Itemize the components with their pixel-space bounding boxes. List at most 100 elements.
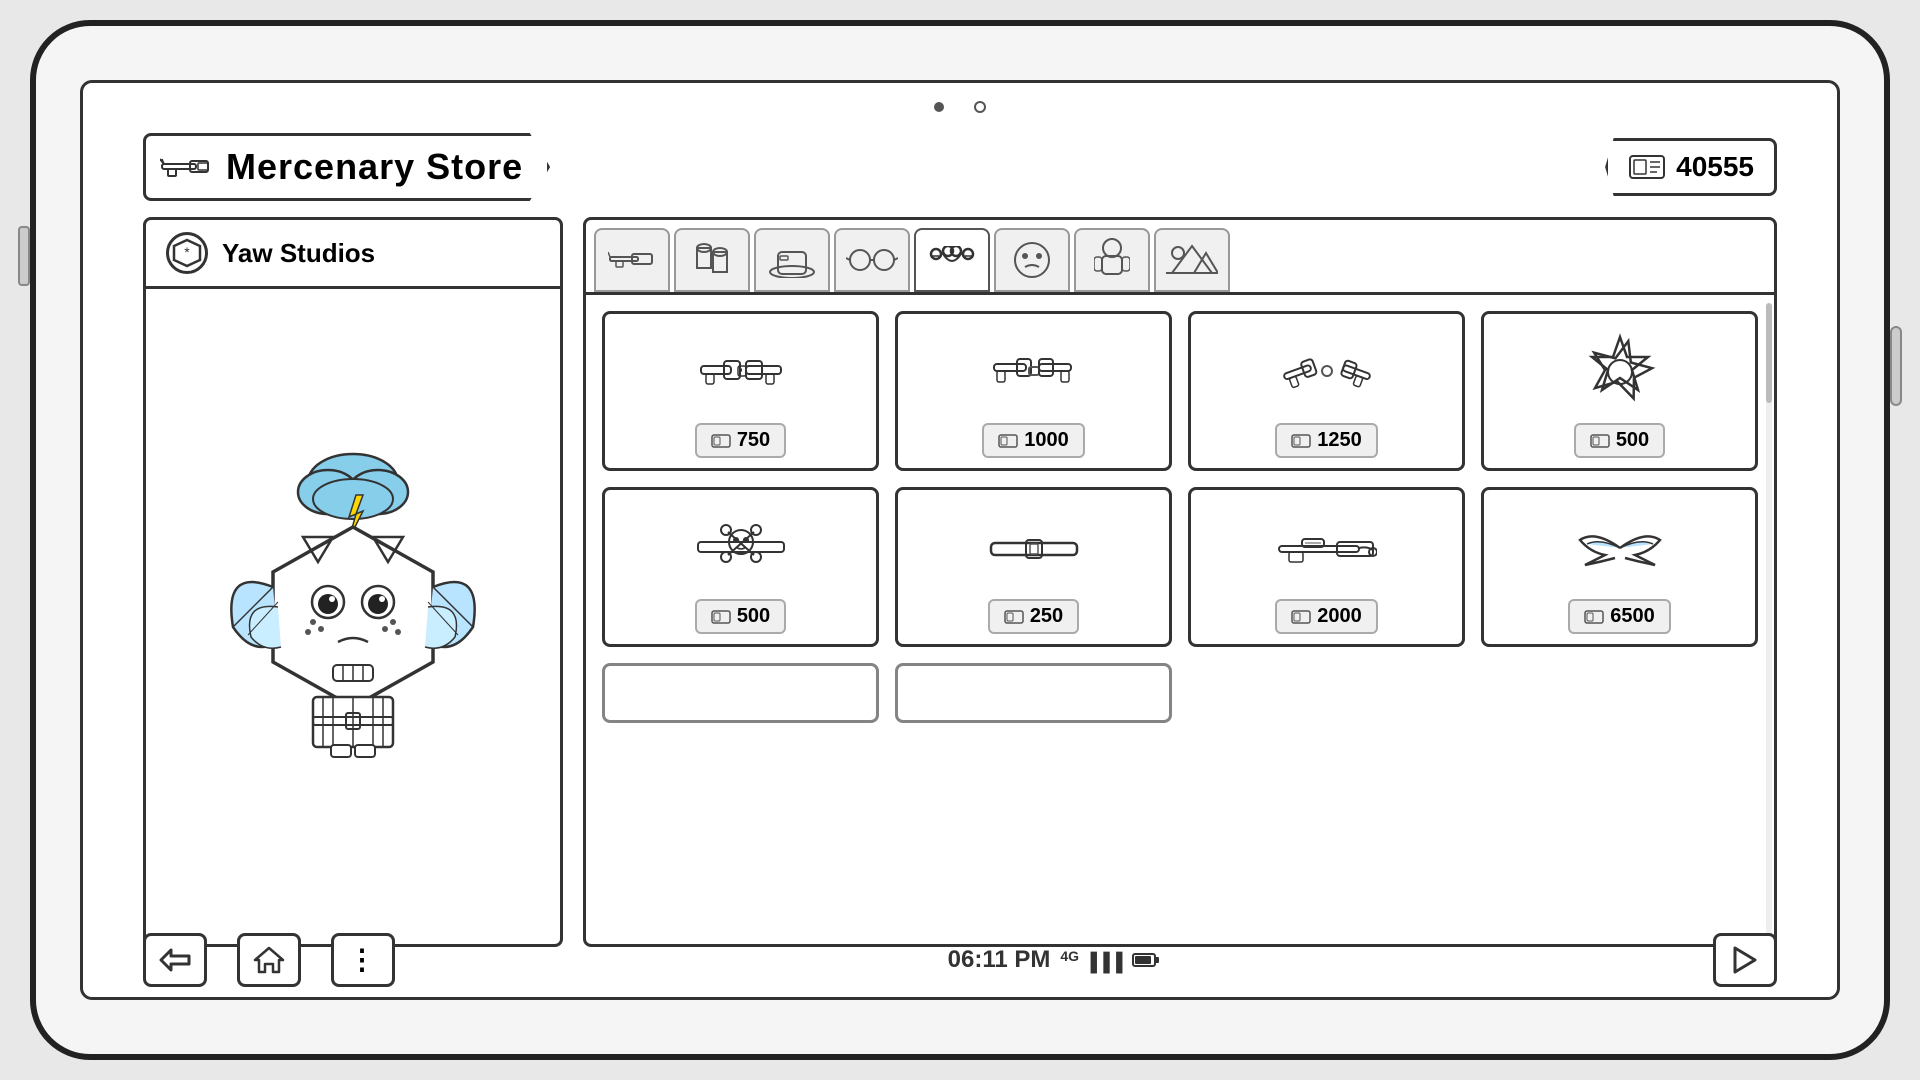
item-8-price-text: 6500	[1610, 605, 1655, 628]
studio-name-bar: * Yaw Studios	[143, 217, 563, 289]
item-5-svg	[696, 520, 786, 575]
home-icon	[253, 944, 285, 976]
item-3-icon	[1201, 330, 1452, 413]
item-8-price: 6500	[1568, 599, 1671, 634]
rifle-icon	[160, 151, 212, 183]
scrollbar-thumb[interactable]	[1766, 303, 1772, 403]
bottom-navigation: ⋮ 06:11 PM 4G ▐▐▐	[143, 933, 1777, 987]
play-icon	[1733, 946, 1757, 974]
price-icon-3	[1291, 433, 1311, 449]
item-6-svg	[989, 528, 1079, 568]
main-content: Mercenary Store 40555	[143, 133, 1777, 947]
tablet-screen: Mercenary Store 40555	[80, 80, 1840, 1000]
item-2-icon	[908, 330, 1159, 413]
main-layout: * Yaw Studios	[143, 217, 1777, 947]
item-7[interactable]: 2000	[1188, 487, 1465, 647]
tablet-device: Mercenary Store 40555	[30, 20, 1890, 1060]
item-3-price: 1250	[1275, 423, 1378, 458]
item-8-icon	[1494, 506, 1745, 589]
price-icon-7	[1291, 609, 1311, 625]
tab-face[interactable]	[994, 228, 1070, 292]
currency-box: 40555	[1605, 138, 1777, 196]
left-panel: * Yaw Studios	[143, 217, 563, 947]
item-7-icon	[1201, 506, 1452, 589]
item-4-price: 500	[1574, 423, 1665, 458]
item-9-partial[interactable]	[602, 663, 879, 723]
tab-doll[interactable]	[1074, 228, 1150, 292]
svg-text:*: *	[184, 244, 190, 260]
item-1-icon	[615, 330, 866, 413]
item-8[interactable]: 6500	[1481, 487, 1758, 647]
item-1-svg	[696, 344, 786, 399]
currency-icon	[1628, 152, 1666, 182]
item-10-partial[interactable]	[895, 663, 1172, 723]
item-4-svg	[1580, 332, 1660, 412]
item-6-price-text: 250	[1030, 605, 1063, 628]
items-grid: 750	[583, 295, 1777, 947]
tab-glasses[interactable]	[834, 228, 910, 292]
price-icon-5	[711, 609, 731, 625]
item-4-icon	[1494, 330, 1745, 413]
item-4-price-text: 500	[1616, 429, 1649, 452]
menu-button[interactable]: ⋮	[331, 933, 395, 987]
network-type: 4G	[1060, 948, 1079, 964]
tab-scene[interactable]	[1154, 228, 1230, 292]
header: Mercenary Store 40555	[143, 133, 1777, 201]
item-3-price-text: 1250	[1317, 429, 1362, 452]
character-box	[143, 289, 563, 947]
studio-name: Yaw Studios	[222, 238, 375, 269]
status-bar: 06:11 PM 4G ▐▐▐	[948, 946, 1161, 974]
item-2-svg	[989, 344, 1079, 399]
tab-necklace[interactable]	[914, 228, 990, 292]
play-button[interactable]	[1713, 933, 1777, 987]
item-7-price-text: 2000	[1317, 605, 1362, 628]
tab-weapons[interactable]	[594, 228, 670, 292]
right-side-button[interactable]	[1890, 326, 1902, 406]
back-icon	[159, 946, 191, 974]
nav-dots	[934, 101, 986, 113]
item-1-price: 750	[695, 423, 786, 458]
currency-amount: 40555	[1676, 151, 1754, 183]
network-signal: 4G ▐▐▐	[1060, 948, 1122, 973]
studio-icon: *	[166, 232, 208, 274]
item-7-svg	[1277, 528, 1377, 568]
store-title: Mercenary Store	[226, 146, 523, 188]
item-5[interactable]: 500	[602, 487, 879, 647]
price-icon-4	[1590, 433, 1610, 449]
battery-icon	[1132, 951, 1160, 969]
item-5-price-text: 500	[737, 605, 770, 628]
item-5-price: 500	[695, 599, 786, 634]
item-6-price: 250	[988, 599, 1079, 634]
store-title-box: Mercenary Store	[143, 133, 550, 201]
tab-hat[interactable]	[754, 228, 830, 292]
scrollbar-track	[1766, 303, 1772, 936]
price-icon-6	[1004, 609, 1024, 625]
item-2[interactable]: 1000	[895, 311, 1172, 471]
item-6-icon	[908, 506, 1159, 589]
item-2-price-text: 1000	[1024, 429, 1069, 452]
item-4[interactable]: 500	[1481, 311, 1758, 471]
item-3-svg	[1282, 344, 1372, 399]
item-1[interactable]: 750	[602, 311, 879, 471]
right-panel: 750	[583, 217, 1777, 947]
item-8-svg	[1575, 520, 1665, 575]
item-2-price: 1000	[982, 423, 1085, 458]
back-button[interactable]	[143, 933, 207, 987]
category-tabs	[583, 217, 1777, 295]
item-5-icon	[615, 506, 866, 589]
left-side-button[interactable]	[18, 226, 30, 286]
price-icon-8	[1584, 609, 1604, 625]
item-3[interactable]: 1250	[1188, 311, 1465, 471]
item-7-price: 2000	[1275, 599, 1378, 634]
studio-icon-svg: *	[172, 238, 202, 268]
tab-bullets[interactable]	[674, 228, 750, 292]
time-display: 06:11 PM	[948, 946, 1051, 974]
nav-dot-2[interactable]	[974, 101, 986, 113]
item-1-price-text: 750	[737, 429, 770, 452]
nav-dot-1[interactable]	[934, 102, 944, 112]
home-button[interactable]	[237, 933, 301, 987]
price-icon-1	[711, 433, 731, 449]
price-icon-2	[998, 433, 1018, 449]
item-6[interactable]: 250	[895, 487, 1172, 647]
nav-left: ⋮	[143, 933, 395, 987]
